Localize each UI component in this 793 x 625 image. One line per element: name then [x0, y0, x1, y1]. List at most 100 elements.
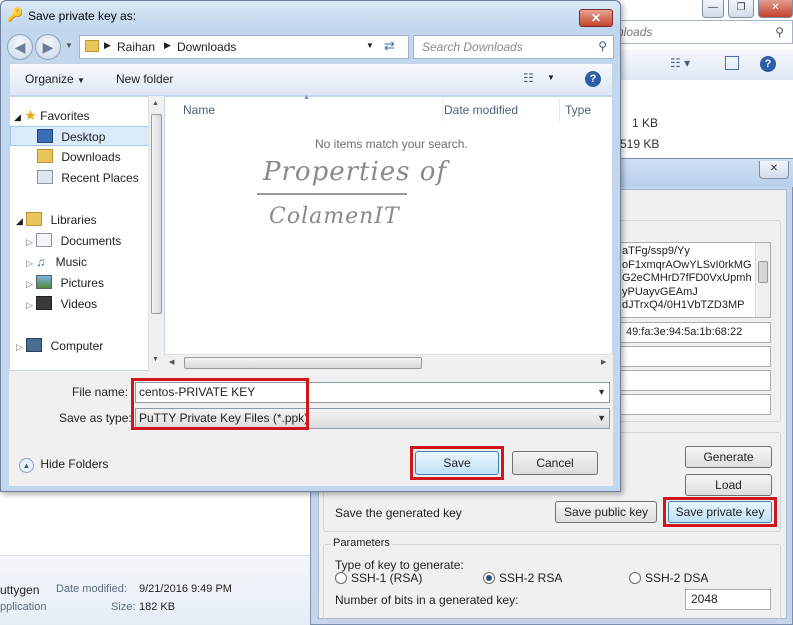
view-icon[interactable]: ☷: [523, 71, 534, 85]
search-icon: ⚲: [598, 39, 607, 53]
breadcrumb[interactable]: ▶ Raihan ▶ Downloads ▼ ⇄: [79, 35, 409, 59]
save-public-key-button[interactable]: Save public key: [555, 501, 657, 523]
cancel-button[interactable]: Cancel: [512, 451, 598, 475]
chevron-down-icon[interactable]: ▼: [597, 383, 606, 402]
radio-label: SSH-2 DSA: [645, 571, 709, 585]
navigation-pane: ◢ ★ Favorites Desktop Downloads Recent P…: [9, 96, 164, 371]
minimize-button[interactable]: —: [702, 0, 724, 18]
breadcrumb-separator-icon[interactable]: ▶: [164, 40, 171, 51]
help-icon[interactable]: ?: [760, 56, 776, 72]
puttygen-close-button[interactable]: ✕: [759, 161, 789, 179]
back-button[interactable]: ◀: [7, 34, 33, 60]
radio-ssh2-rsa[interactable]: [483, 572, 495, 584]
generate-button[interactable]: Generate: [685, 446, 772, 468]
nav-scrollbar[interactable]: ▲ ▼: [148, 96, 164, 371]
search-text: nloads: [617, 25, 653, 39]
nav-pictures[interactable]: ▷ Pictures: [26, 273, 104, 293]
nav-recent-places[interactable]: Recent Places: [37, 168, 139, 188]
nav-label: Computer: [50, 339, 104, 353]
key-line: dJTrxQ4/0H1VbTZD3MP: [622, 299, 745, 311]
key-line: oF1xmqrAOwYLSvI0rkMG: [622, 258, 752, 271]
details-pane: uttygen Date modified: 9/21/2016 9:49 PM…: [0, 555, 310, 625]
fingerprint-field[interactable]: 49:fa:3e:94:5a:1b:68:22: [619, 322, 771, 343]
file-name: uttygen: [0, 583, 40, 597]
preview-pane-icon[interactable]: [725, 56, 739, 70]
help-icon[interactable]: ?: [585, 71, 601, 87]
hide-folders-toggle[interactable]: ▲ Hide Folders: [19, 457, 108, 473]
search-input[interactable]: nloads ⚲: [610, 20, 793, 44]
key-comment-field[interactable]: [619, 346, 771, 367]
size-value: 182 KB: [139, 601, 176, 613]
nav-label: Pictures: [60, 276, 104, 290]
expand-icon[interactable]: ▷: [16, 342, 23, 352]
column-name[interactable]: Name: [177, 99, 443, 121]
horizontal-scrollbar[interactable]: ◀ ▶: [164, 354, 613, 371]
breadcrumb-item[interactable]: Raihan: [117, 40, 155, 54]
expand-icon[interactable]: ◢: [14, 112, 21, 122]
recent-locations-dropdown[interactable]: ▼: [65, 41, 73, 50]
key-scrollbar[interactable]: [755, 243, 770, 317]
breadcrumb-separator-icon[interactable]: ▶: [104, 40, 111, 51]
parameters-label: Parameters: [331, 537, 392, 549]
expand-icon[interactable]: ▷: [26, 237, 33, 247]
maximize-button[interactable]: ❐: [728, 0, 754, 18]
confirm-passphrase-field[interactable]: [619, 394, 771, 415]
nav-favorites[interactable]: ◢ ★ Favorites: [14, 105, 90, 125]
star-icon: ★: [24, 107, 37, 123]
close-button[interactable]: ✕: [758, 0, 793, 18]
nav-label: Downloads: [61, 150, 121, 164]
videos-icon: [36, 296, 53, 310]
radio-ssh2-dsa[interactable]: [629, 572, 641, 584]
forward-button[interactable]: ▶: [35, 34, 61, 60]
view-icon[interactable]: ☷ ▾: [670, 56, 690, 70]
expand-icon[interactable]: ▷: [26, 300, 33, 310]
command-bar: Organize ▼ New folder ☷ ▼ ?: [9, 63, 613, 95]
puttygen-app-icon: 🔑: [7, 7, 24, 22]
empty-message: No items match your search.: [315, 137, 468, 151]
column-type[interactable]: Type: [559, 99, 614, 121]
pictures-icon: [36, 275, 53, 289]
recent-places-icon: [37, 170, 53, 184]
dialog-close-button[interactable]: ✕: [579, 9, 613, 27]
navigation-bar: ◀ ▶ ▼ ▶ Raihan ▶ Downloads ▼ ⇄ Search Do…: [1, 31, 620, 63]
chevron-down-icon[interactable]: ▼: [547, 73, 555, 82]
chevron-down-icon[interactable]: ▼: [597, 409, 606, 428]
nav-libraries[interactable]: ◢ Libraries: [16, 210, 97, 230]
bits-input[interactable]: 2048: [685, 589, 771, 610]
file-name-label: File name:: [72, 385, 129, 399]
nav-label: Videos: [60, 297, 98, 311]
libraries-icon: [26, 212, 43, 226]
nav-label: Documents: [60, 234, 122, 248]
expand-icon[interactable]: ◢: [16, 216, 23, 226]
highlight-filename-type: [131, 378, 309, 430]
nav-desktop[interactable]: Desktop: [10, 126, 149, 146]
nav-music[interactable]: ▷ ♫ Music: [26, 252, 87, 272]
expand-icon[interactable]: ▷: [26, 279, 33, 289]
radio-label: SSH-1 (RSA): [351, 571, 423, 585]
column-date-modified[interactable]: Date modified: [438, 99, 560, 121]
file-list: Name ▲ Date modified Type No items match…: [164, 94, 614, 371]
nav-documents[interactable]: ▷ Documents: [26, 231, 121, 251]
expand-icon[interactable]: ▷: [26, 258, 33, 268]
organize-label: Organize: [25, 72, 74, 86]
public-key-textbox[interactable]: aTFg/ssp9/Yy oF1xmqrAOwYLSvI0rkMG G2eCMH…: [619, 242, 771, 318]
search-input[interactable]: Search Downloads ⚲: [413, 35, 614, 59]
modified-label: Date modified:: [56, 583, 127, 595]
breadcrumb-dropdown-icon[interactable]: ▼: [366, 41, 374, 50]
radio-ssh1-rsa[interactable]: [335, 572, 347, 584]
load-button[interactable]: Load: [685, 474, 772, 496]
organize-button[interactable]: Organize ▼: [25, 72, 85, 86]
dialog-title: Save private key as:: [28, 9, 137, 23]
watermark-line-1: Properties of: [263, 157, 448, 187]
nav-label: Favorites: [40, 109, 90, 123]
breadcrumb-item[interactable]: Downloads: [177, 40, 236, 54]
new-folder-button[interactable]: New folder: [116, 72, 173, 86]
passphrase-field[interactable]: [619, 370, 771, 391]
music-icon: ♫: [36, 255, 46, 269]
nav-videos[interactable]: ▷ Videos: [26, 294, 97, 314]
highlight-save-private-key: [663, 497, 777, 527]
nav-computer[interactable]: ▷ Computer: [16, 336, 103, 356]
refresh-icon[interactable]: ⇄: [384, 38, 395, 54]
nav-downloads[interactable]: Downloads: [37, 147, 121, 167]
bits-label: Number of bits in a generated key:: [335, 593, 519, 607]
